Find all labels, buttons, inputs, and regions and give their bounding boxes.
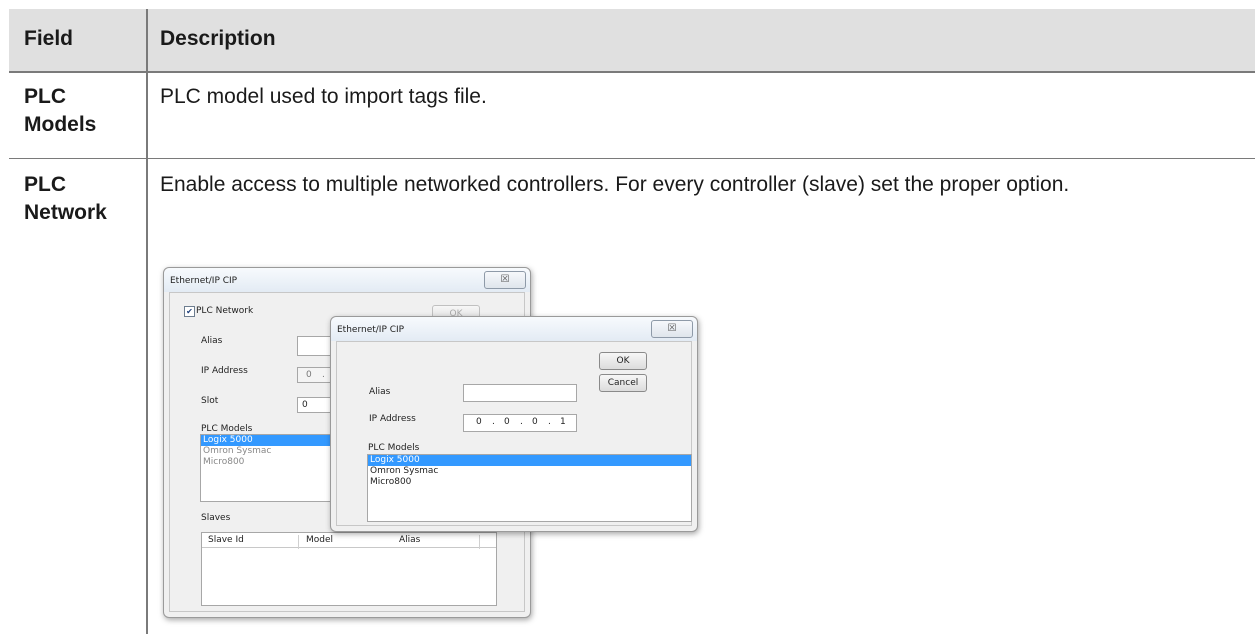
alias-field[interactable]	[463, 384, 577, 402]
plc-network-label: PLC Network	[196, 306, 254, 316]
ip-octet: 0	[504, 417, 510, 427]
list-item[interactable]: Micro800	[368, 477, 691, 488]
alias-label: Alias	[201, 336, 223, 346]
slot-label: Slot	[201, 396, 219, 406]
list-item[interactable]: Micro800	[201, 457, 337, 468]
close-icon[interactable]: ☒	[484, 271, 526, 289]
ok-button[interactable]: OK	[599, 352, 647, 370]
list-item[interactable]: Omron Sysmac	[368, 466, 691, 477]
ip-octet: 0	[532, 417, 538, 427]
description-plc-models: PLC model used to import tags file.	[160, 85, 487, 108]
back-dialog-titlebar: Ethernet/IP CIP ☒	[164, 268, 530, 292]
field-plc-network: PLC Network	[24, 173, 107, 224]
ip-octet: 0	[476, 417, 482, 427]
column-divider	[146, 9, 148, 634]
column-header-model[interactable]: Model	[306, 535, 333, 545]
header-field: Field	[24, 27, 74, 50]
front-dialog-body: OK Cancel Alias IP Address 0 . 0 . 0 . 1…	[336, 341, 692, 526]
table-header-row: Field Description	[9, 9, 1255, 73]
plc-models-label: PLC Models	[201, 424, 253, 434]
plc-models-list[interactable]: Logix 5000 Omron Sysmac Micro800	[367, 454, 692, 522]
plc-network-checkbox[interactable]: ✔	[184, 306, 195, 317]
list-item[interactable]: Logix 5000	[368, 455, 691, 466]
slot-value: 0	[302, 400, 308, 410]
front-dialog-titlebar: Ethernet/IP CIP ☒	[331, 317, 697, 341]
cancel-button[interactable]: Cancel	[599, 374, 647, 392]
column-header-slave-id[interactable]: Slave Id	[208, 535, 244, 545]
header-description: Description	[160, 27, 276, 50]
slaves-grid-header: Slave Id Model Alias	[202, 533, 496, 549]
close-icon[interactable]: ☒	[651, 320, 693, 338]
ip-octet: 0	[306, 370, 312, 380]
row-separator	[9, 158, 1255, 159]
plc-models-label: PLC Models	[368, 443, 420, 453]
ip-octet: 1	[560, 417, 566, 427]
back-dialog-title: Ethernet/IP CIP	[170, 276, 238, 286]
slaves-label: Slaves	[201, 513, 231, 523]
ip-address-label: IP Address	[201, 366, 248, 376]
column-header-alias[interactable]: Alias	[399, 535, 420, 545]
list-item[interactable]: Omron Sysmac	[201, 446, 337, 457]
alias-label: Alias	[369, 387, 391, 397]
slaves-grid[interactable]: Slave Id Model Alias	[201, 532, 497, 606]
parameters-table: Field Description PLC Models PLC model u…	[0, 0, 1255, 634]
description-plc-network: Enable access to multiple networked cont…	[160, 173, 1070, 196]
ip-address-label: IP Address	[369, 414, 416, 424]
list-item[interactable]: Logix 5000	[201, 435, 337, 446]
front-dialog: Ethernet/IP CIP ☒ OK Cancel Alias IP Add…	[330, 316, 698, 532]
field-plc-models: PLC Models	[24, 85, 97, 136]
ip-address-field[interactable]: 0 . 0 . 0 . 1	[463, 414, 577, 432]
front-dialog-title: Ethernet/IP CIP	[337, 325, 405, 335]
plc-models-list[interactable]: Logix 5000 Omron Sysmac Micro800	[200, 434, 338, 502]
